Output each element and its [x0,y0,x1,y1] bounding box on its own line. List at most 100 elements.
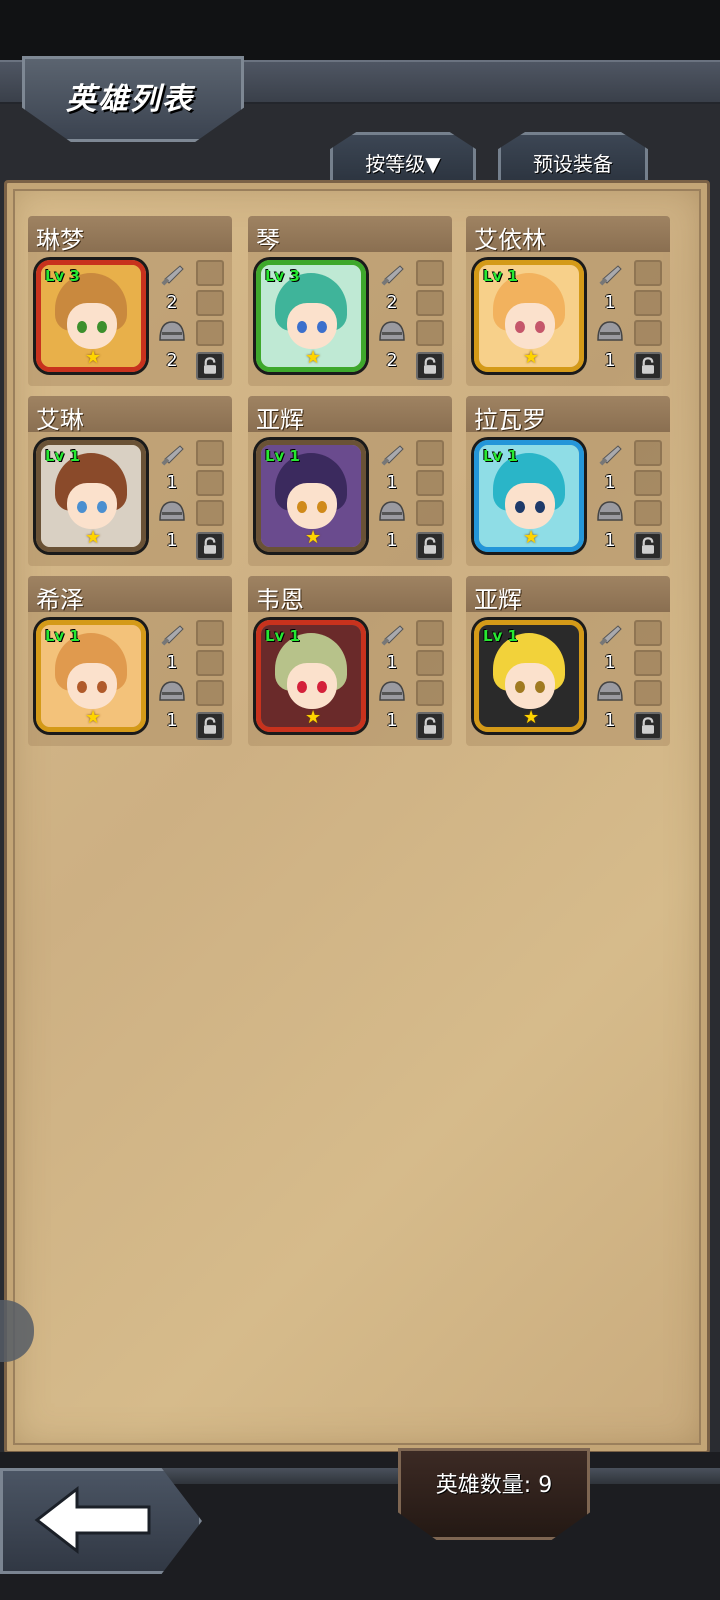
equipment-slot[interactable] [634,440,662,466]
star-icon: ★ [85,707,102,728]
equipment-slot[interactable] [196,290,224,316]
armor-count: 1 [166,530,178,551]
slot-column [196,440,226,560]
star-icon: ★ [85,527,102,548]
sword-icon [599,625,622,646]
lock-icon[interactable] [196,532,224,560]
level-label: Lv 1 [483,627,518,645]
hero-face [287,483,337,529]
lock-icon[interactable] [634,712,662,740]
sword-icon [381,445,404,466]
hero-portrait[interactable]: Lv 1 ★ [256,620,366,732]
hero-portrait[interactable]: Lv 1 ★ [256,440,366,552]
hero-card[interactable]: 拉瓦罗 Lv 1 ★ 1 1 [466,396,670,566]
lock-icon[interactable] [634,532,662,560]
armor-count: 1 [166,710,178,731]
star-icon: ★ [523,347,540,368]
sword-icon [381,625,404,646]
equipment-slot[interactable] [634,680,662,706]
back-arrow-icon [34,1485,151,1555]
equipment-slot[interactable] [416,320,444,346]
helmet-icon [597,501,623,521]
lock-icon[interactable] [196,352,224,380]
level-label: Lv 1 [265,447,300,465]
hero-name: 拉瓦罗 [474,406,546,434]
page-title: 英雄列表 [66,82,194,117]
lock-icon[interactable] [634,352,662,380]
equipment-column: 1 1 [374,620,410,738]
equipment-slot[interactable] [416,650,444,676]
hero-card[interactable]: 韦恩 Lv 1 ★ 1 1 [248,576,452,746]
equipment-slot[interactable] [196,680,224,706]
level-label: Lv 1 [265,627,300,645]
hero-card[interactable]: 琴 Lv 3 ★ 2 2 [248,216,452,386]
hero-card[interactable]: 艾琳 Lv 1 ★ 1 1 [28,396,232,566]
hero-face [505,663,555,709]
hero-portrait[interactable]: Lv 3 ★ [36,260,146,372]
hero-portrait[interactable]: Lv 1 ★ [36,440,146,552]
slot-column [416,440,446,560]
equipment-slot[interactable] [634,470,662,496]
equipment-slot[interactable] [416,620,444,646]
back-button[interactable] [0,1468,202,1574]
hero-card[interactable]: 希泽 Lv 1 ★ 1 1 [28,576,232,746]
top-band [0,0,720,60]
equipment-slot[interactable] [196,500,224,526]
hero-name: 艾琳 [36,406,84,434]
lock-icon[interactable] [416,532,444,560]
equipment-slot[interactable] [416,260,444,286]
hero-name-bar: 琳梦 [28,216,232,254]
hero-name: 希泽 [36,586,84,614]
equipment-slot[interactable] [416,470,444,496]
hero-card[interactable]: 亚辉 Lv 1 ★ 1 1 [466,576,670,746]
equipment-slot[interactable] [416,500,444,526]
equipment-slot[interactable] [634,320,662,346]
equipment-slot[interactable] [634,620,662,646]
level-label: Lv 1 [45,627,80,645]
hero-card[interactable]: 琳梦 Lv 3 ★ 2 2 [28,216,232,386]
equipment-slot[interactable] [634,260,662,286]
hero-portrait[interactable]: Lv 1 ★ [474,440,584,552]
hero-face [67,303,117,349]
equipment-slot[interactable] [196,470,224,496]
equipment-slot[interactable] [196,650,224,676]
lock-icon[interactable] [196,712,224,740]
lock-icon[interactable] [416,352,444,380]
weapon-count: 1 [386,652,398,673]
hero-eye [297,501,307,513]
hero-face [505,483,555,529]
equipment-slot[interactable] [196,620,224,646]
equipment-slot[interactable] [634,650,662,676]
hero-eye [97,321,107,333]
level-label: Lv 3 [265,267,300,285]
hero-count-box: 英雄数量: 9 [398,1448,590,1540]
equipment-slot[interactable] [634,500,662,526]
hero-eye [77,501,87,513]
hero-portrait[interactable]: Lv 1 ★ [474,620,584,732]
equipment-slot[interactable] [634,290,662,316]
hero-portrait[interactable]: Lv 1 ★ [474,260,584,372]
slot-column [196,260,226,380]
equipment-slot[interactable] [416,440,444,466]
hero-eye [535,681,545,693]
hero-card[interactable]: 亚辉 Lv 1 ★ 1 1 [248,396,452,566]
weapon-count: 1 [166,472,178,493]
lock-icon[interactable] [416,712,444,740]
armor-count: 2 [166,350,178,371]
weapon-count: 1 [604,472,616,493]
hero-portrait[interactable]: Lv 3 ★ [256,260,366,372]
slot-column [416,620,446,740]
hero-name-bar: 希泽 [28,576,232,614]
equipment-slot[interactable] [196,260,224,286]
equipment-slot[interactable] [196,320,224,346]
equipment-column: 2 2 [154,260,190,378]
hero-portrait[interactable]: Lv 1 ★ [36,620,146,732]
slot-column [634,440,664,560]
helmet-icon [379,321,405,341]
sword-icon [599,445,622,466]
hero-card[interactable]: 艾依林 Lv 1 ★ 1 1 [466,216,670,386]
equipment-slot[interactable] [416,290,444,316]
hero-eye [77,681,87,693]
equipment-slot[interactable] [416,680,444,706]
equipment-slot[interactable] [196,440,224,466]
